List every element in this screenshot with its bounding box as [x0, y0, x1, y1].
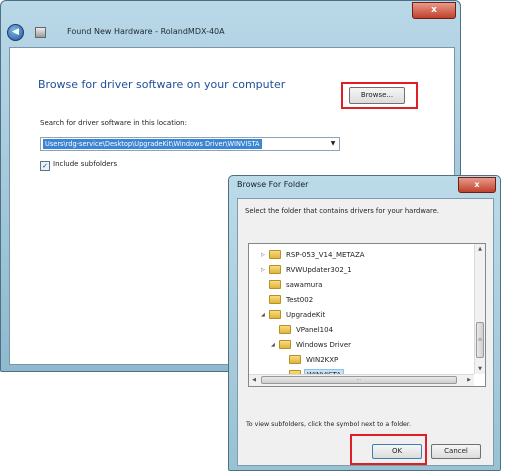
folder-tree[interactable]: ▷ RSP-053_V14_METAZA ▷ RVWUpdater302_1sawam… [248, 243, 486, 387]
folder-tree-item[interactable]: VPanel104 [271, 324, 335, 336]
expand-toggle-icon[interactable]: ◢ [261, 309, 269, 321]
folder-label[interactable]: Windows Driver [294, 339, 353, 351]
page-heading: Browse for driver software on your compu… [38, 78, 286, 91]
folder-icon [269, 295, 281, 304]
driver-path-value[interactable]: Users\rdg-service\Desktop\UpgradeKit\Win… [43, 139, 262, 149]
folder-label[interactable]: sawamura [284, 279, 324, 291]
expand-toggle-icon[interactable]: ▷ [261, 249, 269, 261]
dialog-close-button[interactable]: x [458, 177, 496, 193]
folder-label[interactable]: RVWUpdater302_1 [284, 264, 354, 276]
ok-highlight-box [350, 434, 427, 465]
back-arrow-icon[interactable]: ◀ [7, 24, 24, 41]
chevron-down-icon[interactable]: ▼ [329, 140, 337, 148]
window-title: Found New Hardware - RolandMDX-40A [67, 27, 225, 36]
folder-tree-item[interactable]: ▷ RVWUpdater302_1 [261, 264, 354, 276]
window-close-button[interactable]: x [412, 2, 456, 19]
expand-toggle-icon[interactable]: ◢ [271, 339, 279, 351]
expand-toggle-icon[interactable]: ▷ [261, 264, 269, 276]
folder-icon [269, 265, 281, 274]
folder-label[interactable]: VPanel104 [294, 324, 335, 336]
folder-icon [269, 250, 281, 259]
search-location-label: Search for driver software in this locat… [40, 119, 187, 127]
browse-highlight-box [341, 82, 418, 109]
folder-label[interactable]: WIN2KXP [304, 354, 340, 366]
dialog-body: Select the folder that contains drivers … [237, 198, 494, 466]
cancel-button[interactable]: Cancel [431, 444, 481, 459]
vertical-scroll-thumb[interactable]: ≡ [476, 322, 484, 358]
folder-label[interactable]: UpgradeKit [284, 309, 327, 321]
folder-tree-item[interactable]: sawamura [261, 279, 324, 291]
include-subfolders-checkbox[interactable]: ✓ [40, 161, 50, 171]
folder-icon [289, 355, 301, 364]
folder-icon [279, 340, 291, 349]
folder-icon [279, 325, 291, 334]
folder-icon [269, 310, 281, 319]
dialog-title: Browse For Folder [237, 180, 309, 189]
driver-path-combobox[interactable]: Users\rdg-service\Desktop\UpgradeKit\Win… [40, 137, 340, 151]
folder-tree-item[interactable]: WIN2KXP [281, 354, 340, 366]
scroll-down-icon[interactable]: ▼ [475, 364, 485, 374]
vertical-scrollbar[interactable]: ▲ ≡ ▼ [474, 244, 485, 374]
scroll-up-icon[interactable]: ▲ [475, 244, 485, 254]
folder-tree-item[interactable]: Test002 [261, 294, 315, 306]
folder-tree-item[interactable]: ▷ RSP-053_V14_METAZA [261, 249, 367, 261]
folder-tree-item[interactable]: ◢ UpgradeKit [261, 309, 327, 321]
scroll-left-icon[interactable]: ◀ [249, 375, 259, 386]
scroll-right-icon[interactable]: ▶ [464, 375, 474, 386]
folder-tree-item[interactable]: ◢ Windows Driver [271, 339, 353, 351]
include-subfolders-label[interactable]: Include subfolders [53, 160, 117, 168]
dialog-instruction: Select the folder that contains drivers … [245, 207, 440, 215]
folder-label[interactable]: Test002 [284, 294, 315, 306]
folder-icon [269, 280, 281, 289]
horizontal-scroll-thumb[interactable]: ⋯ [261, 376, 457, 384]
subfolder-hint: To view subfolders, click the symbol nex… [246, 421, 411, 428]
hardware-icon [35, 27, 46, 38]
folder-label[interactable]: RSP-053_V14_METAZA [284, 249, 367, 261]
wizard-nav-bar: ◀ Found New Hardware - RolandMDX-40A [7, 23, 447, 43]
horizontal-scrollbar[interactable]: ◀ ⋯ ▶ [249, 374, 474, 386]
browse-for-folder-dialog: Browse For Folder x Select the folder th… [228, 175, 501, 471]
